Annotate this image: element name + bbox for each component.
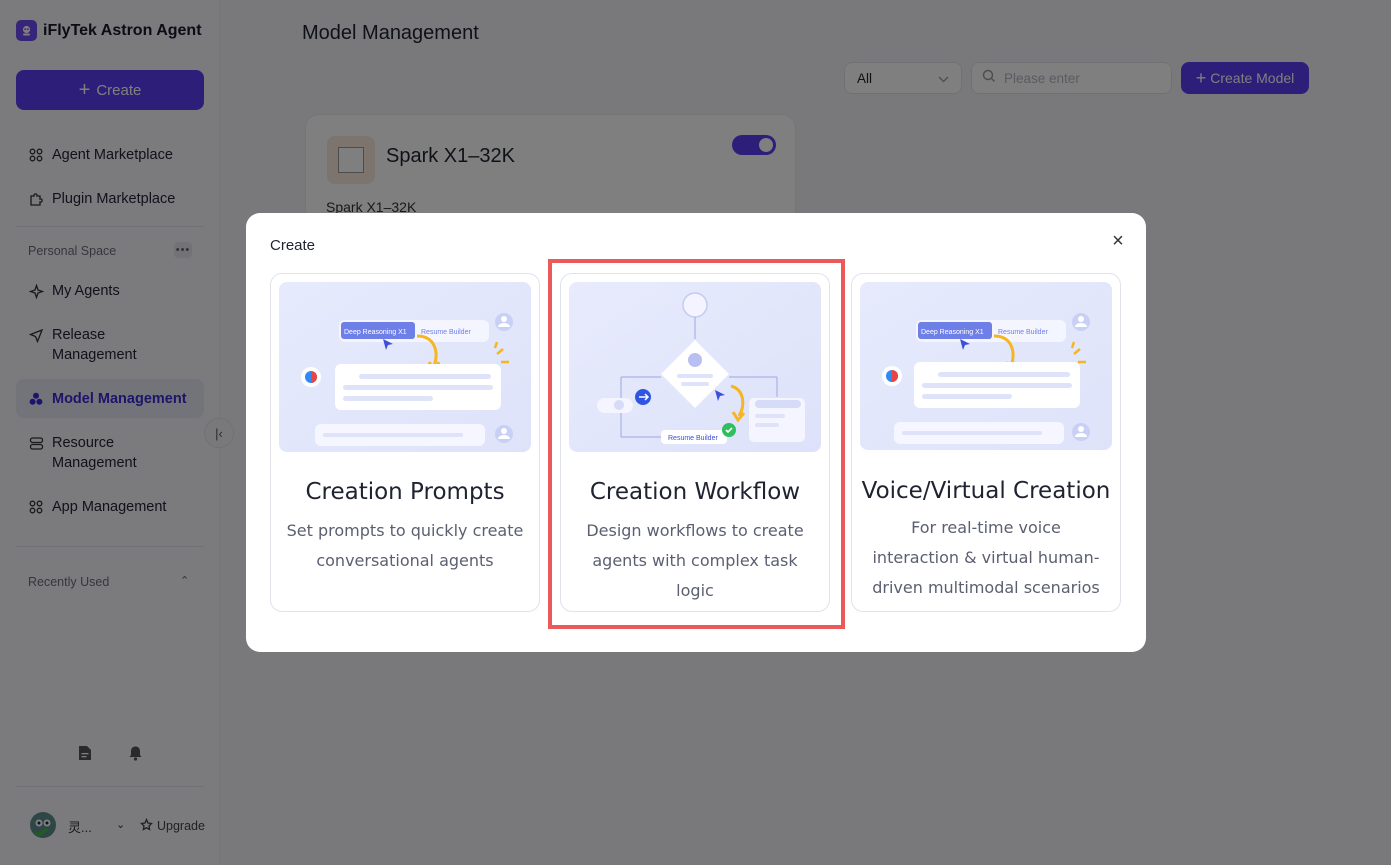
option-title: Creation Prompts [305,479,505,505]
deep-reasoning-tag: Deep Reasoning X1 [921,329,984,336]
resume-builder-tag: Resume Builder [421,329,471,336]
creation-prompts-illustration: Deep Reasoning X1 Resume Builder [279,282,531,452]
option-creation-prompts[interactable]: Deep Reasoning X1 Resume Builder Creatio… [270,273,540,612]
close-icon[interactable]: × [1108,231,1128,251]
option-description: Set prompts to quickly create conversati… [286,521,524,570]
modal-title: Create [270,237,316,254]
option-title: Voice/Virtual Creation [861,478,1111,504]
option-description: For real-time voice interaction & virtua… [872,518,1100,597]
highlight-box [548,259,845,629]
option-voice-virtual-creation[interactable]: Deep Reasoning X1 Resume Builder Voice/V… [851,273,1121,612]
resume-builder-tag: Resume Builder [998,329,1048,336]
voice-virtual-illustration: Deep Reasoning X1 Resume Builder [860,282,1112,450]
deep-reasoning-tag: Deep Reasoning X1 [344,329,407,336]
